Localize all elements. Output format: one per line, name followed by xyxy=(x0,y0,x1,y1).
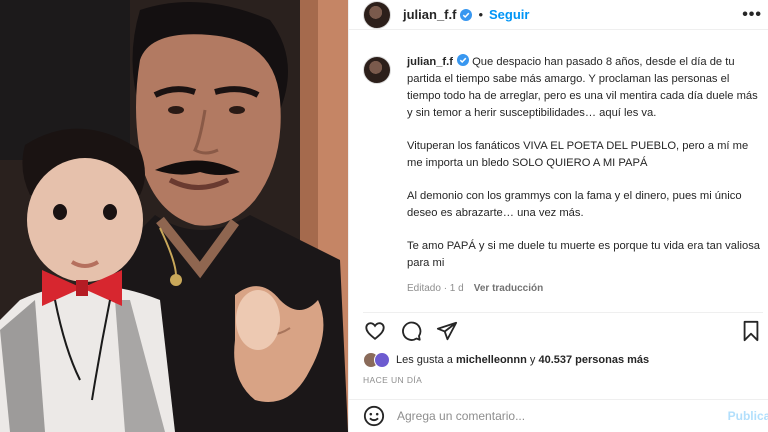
comment-icon[interactable] xyxy=(399,319,423,343)
post-time[interactable]: HACE UN DÍA xyxy=(363,375,422,385)
bookmark-icon[interactable] xyxy=(739,319,763,343)
likes-summary: Les gusta a michelleonnn y 40.537 person… xyxy=(363,352,649,368)
edited-timestamp: Editado · 1 d xyxy=(407,283,464,294)
more-options-icon[interactable]: ••• xyxy=(742,6,762,24)
caption-paragraph-1: julian_f.f Que despacio han pasado 8 año… xyxy=(407,54,761,122)
heart-icon[interactable] xyxy=(363,319,387,343)
comment-bar: Agrega un comentario... Publicar xyxy=(349,399,768,432)
verified-badge-icon xyxy=(460,8,473,21)
likes-user[interactable]: michelleonnn xyxy=(456,354,527,366)
caption-paragraph-4: Te amo PAPÁ y si me duele tu muerte es p… xyxy=(407,240,761,269)
share-icon[interactable] xyxy=(435,319,459,343)
post-side-panel: julian_f.f • Seguir ••• julian_f.f Que d… xyxy=(348,0,768,432)
avatar[interactable] xyxy=(363,0,391,29)
see-translation-link[interactable]: Ver traducción xyxy=(474,283,543,294)
header-username[interactable]: julian_f.f xyxy=(403,7,456,22)
post-comment-button[interactable]: Publicar xyxy=(728,409,768,423)
caption-paragraph-3: Al demonio con los grammys con la fama y… xyxy=(407,190,742,219)
caption-paragraph-2: Vituperan los fanáticos VIVA EL POETA DE… xyxy=(407,140,749,169)
liker-avatar[interactable] xyxy=(374,352,390,368)
post-photo[interactable] xyxy=(0,0,348,432)
comment-input[interactable]: Agrega un comentario... xyxy=(397,409,768,423)
follow-button[interactable]: Seguir xyxy=(489,7,529,22)
likes-text: Les gusta a michelleonnn y 40.537 person… xyxy=(396,354,649,366)
likes-middle: y xyxy=(526,354,539,366)
likes-count[interactable]: 40.537 personas más xyxy=(538,354,649,366)
post-caption: julian_f.f Que despacio han pasado 8 año… xyxy=(363,54,763,297)
emoji-icon[interactable] xyxy=(363,405,385,427)
instagram-post: julian_f.f • Seguir ••• julian_f.f Que d… xyxy=(0,0,768,432)
caption-body: julian_f.f Que despacio han pasado 8 año… xyxy=(407,54,761,297)
verified-badge-icon xyxy=(457,54,469,66)
post-actions xyxy=(363,312,763,344)
photo-illustration xyxy=(0,0,348,432)
caption-avatar[interactable] xyxy=(363,56,391,84)
caption-username[interactable]: julian_f.f xyxy=(407,56,453,68)
header-separator: • xyxy=(478,7,484,22)
likes-prefix: Les gusta a xyxy=(396,354,456,366)
caption-meta: Editado · 1 d Ver traducción xyxy=(407,280,761,297)
post-header: julian_f.f • Seguir ••• xyxy=(349,0,768,30)
